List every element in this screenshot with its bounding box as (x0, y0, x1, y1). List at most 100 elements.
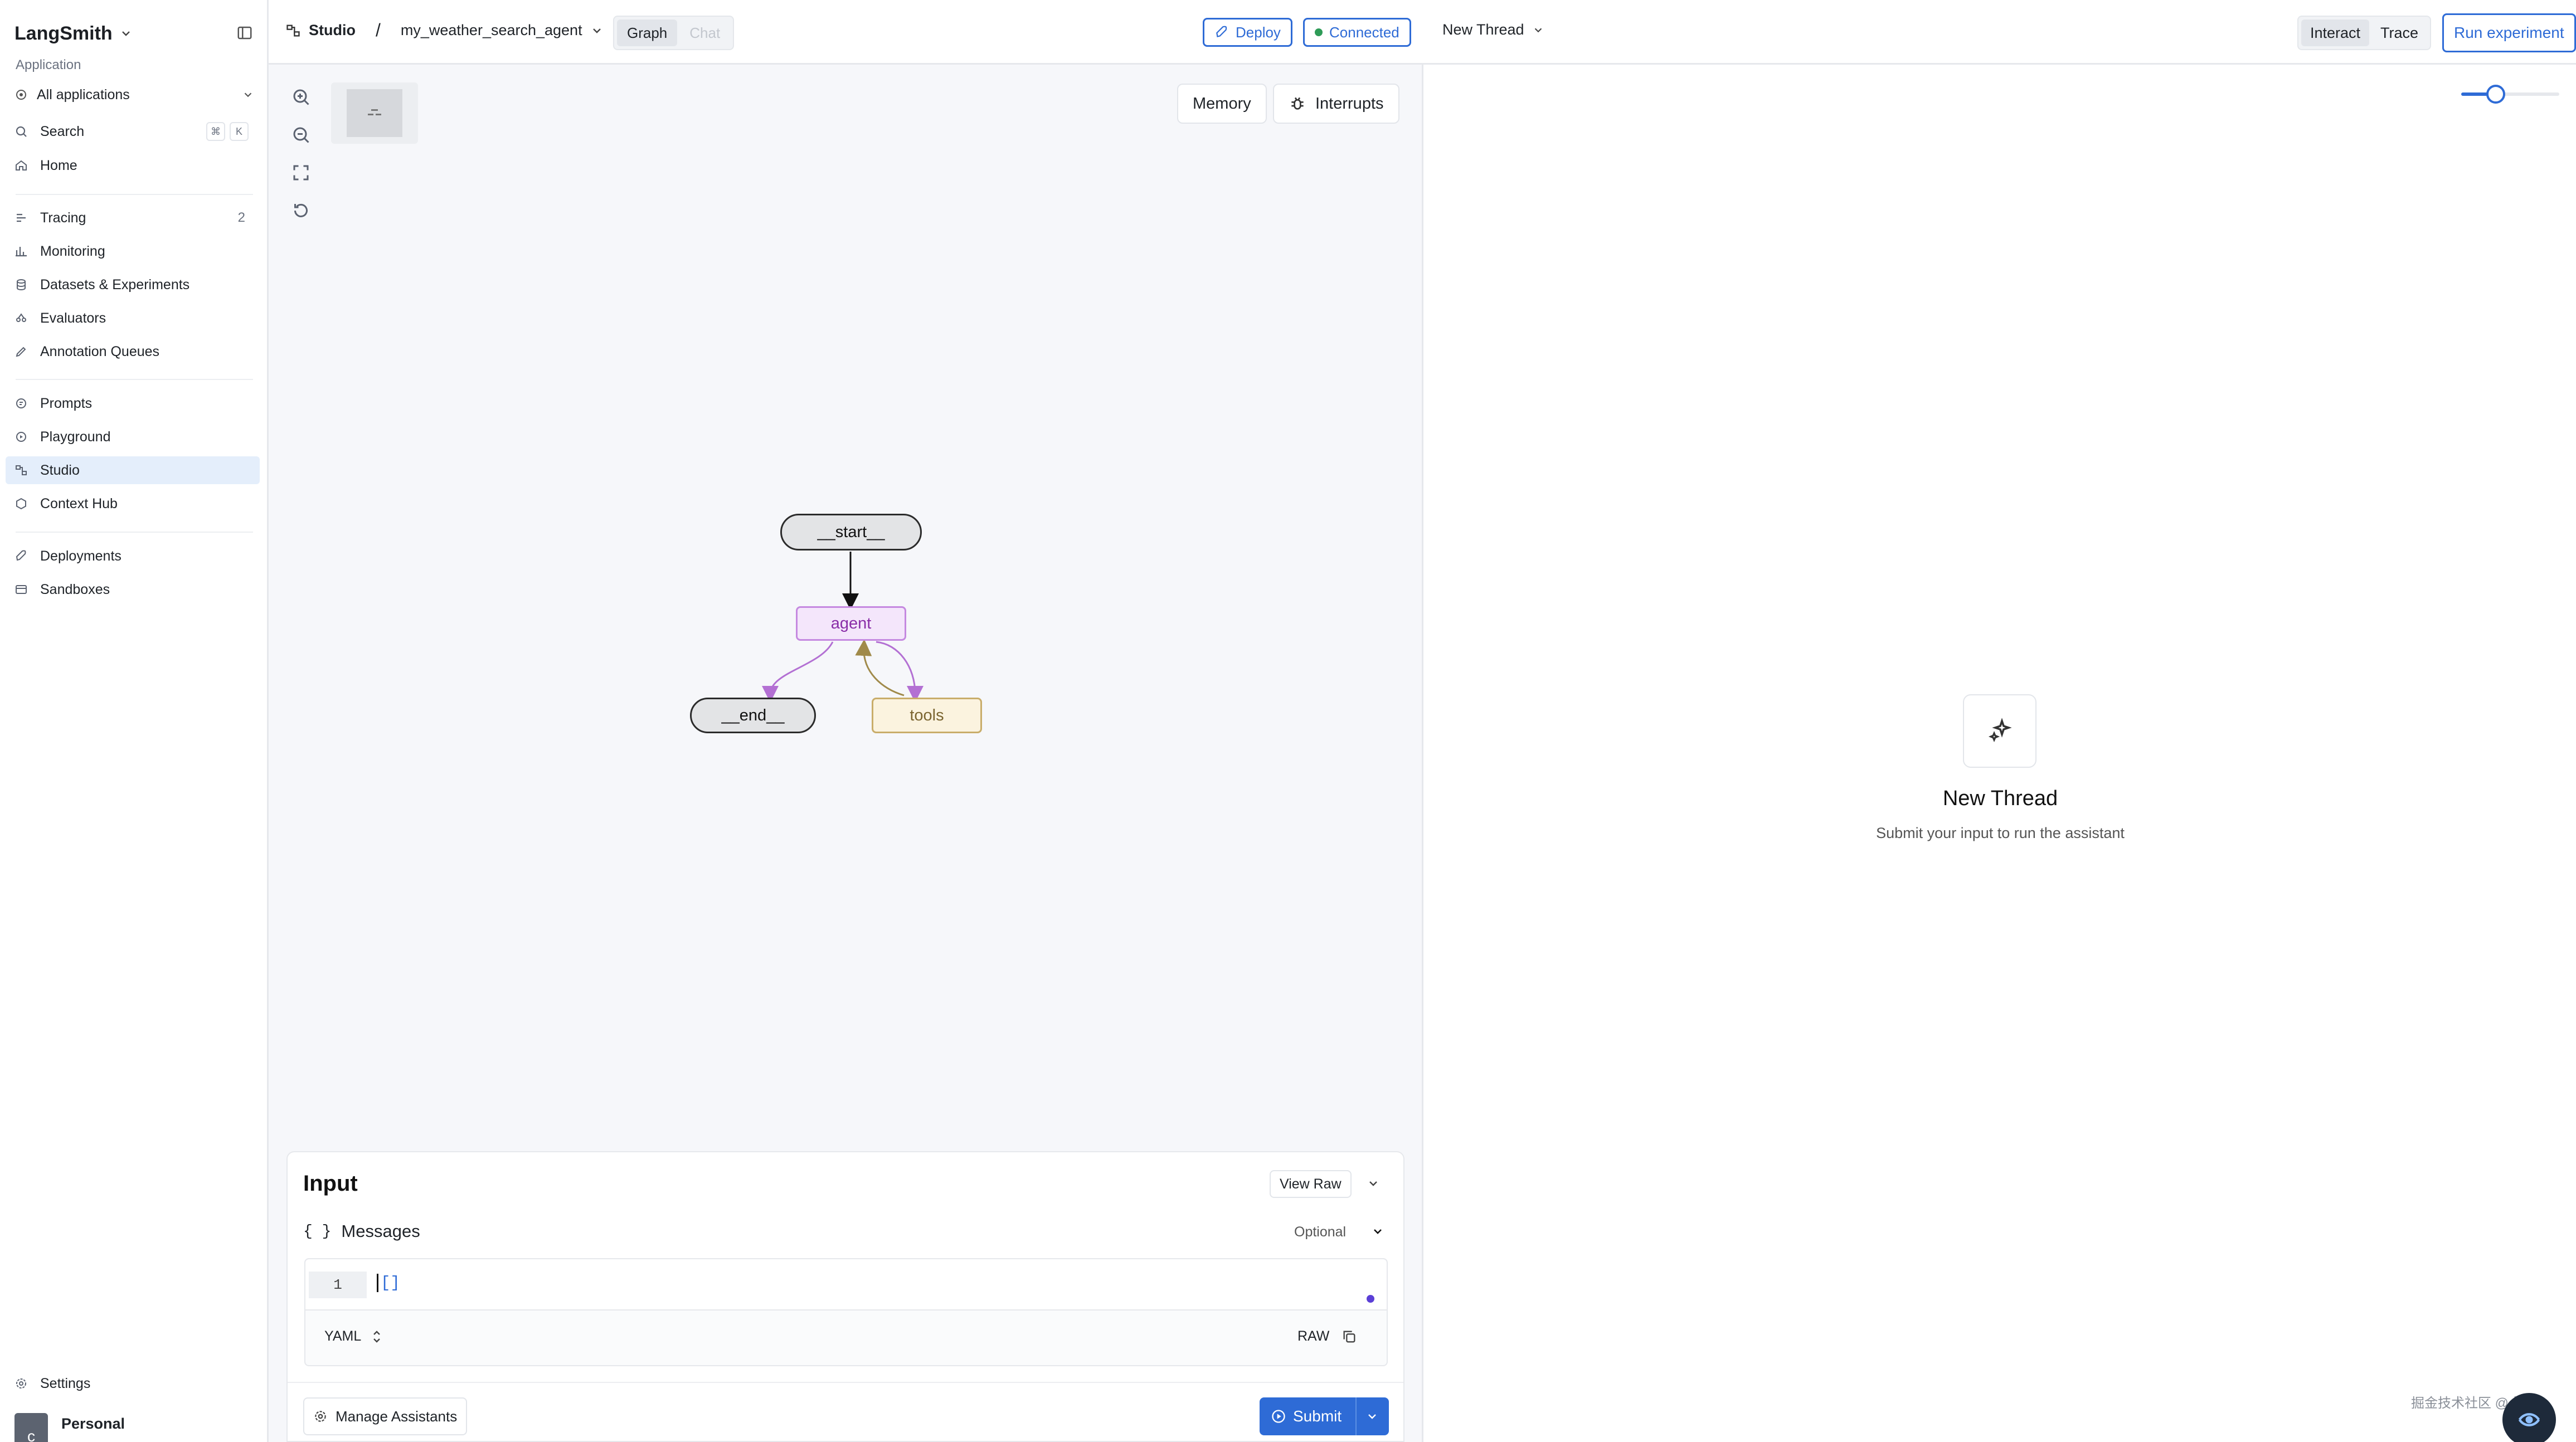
brand-name: LangSmith (14, 22, 113, 44)
tab-graph[interactable]: Graph (617, 20, 678, 46)
messages-field-header: { } Messages (303, 1221, 420, 1241)
search-icon (16, 126, 27, 137)
sidebar-item-label: Home (40, 157, 77, 173)
input-title: Input (303, 1171, 358, 1196)
sidebar-item-label: Prompts (40, 395, 93, 411)
sidebar-item-label: Evaluators (40, 310, 106, 326)
divider (16, 532, 253, 533)
play-circle-icon (1272, 1410, 1285, 1423)
tracing-count-badge: 2 (237, 210, 245, 225)
status-label: Connected (1329, 23, 1399, 41)
raw-label: RAW (1297, 1328, 1330, 1344)
sidebar-item-label: Context Hub (40, 495, 118, 511)
size-slider[interactable] (2461, 85, 2559, 104)
rocket-icon (16, 550, 26, 561)
sidebar-item-search[interactable]: Search ⌘ K (6, 118, 260, 145)
code-content[interactable]: [] (377, 1274, 400, 1292)
apps-icon (16, 90, 26, 100)
status-dot-icon (1315, 28, 1323, 36)
deploy-button[interactable]: Deploy (1203, 18, 1292, 47)
user-name: Personal (61, 1415, 125, 1432)
database-icon (17, 279, 26, 291)
studio-icon (16, 465, 27, 475)
chevron-up-down-icon (373, 1330, 381, 1343)
sidebar-item-label: Deployments (40, 548, 121, 564)
edge-agent-end (762, 641, 834, 703)
braces-icon: { } (303, 1222, 332, 1240)
gear-icon (315, 1411, 326, 1422)
sidebar-item-datasets[interactable]: Datasets & Experiments (6, 271, 260, 299)
format-selector[interactable]: YAML (324, 1328, 382, 1344)
node-end[interactable]: __end__ (690, 698, 816, 733)
optional-toggle[interactable]: Optional (1285, 1218, 1355, 1246)
avatar: c (14, 1413, 48, 1442)
submit-button[interactable]: Submit (1260, 1397, 1389, 1435)
sparkle-icon-tile (1963, 694, 2037, 768)
view-raw-button[interactable]: View Raw (1270, 1170, 1352, 1198)
gear-icon (16, 1378, 26, 1389)
manage-assistants-button[interactable]: Manage Assistants (303, 1397, 468, 1435)
user-menu[interactable]: c Personal (14, 1413, 125, 1442)
sidebar-item-evaluators[interactable]: Evaluators (6, 304, 260, 332)
run-experiment-button[interactable]: Run experiment (2442, 13, 2576, 52)
divider (16, 379, 253, 380)
chevron-down-icon[interactable] (1367, 1177, 1380, 1190)
sidebar-item-sandboxes[interactable]: Sandboxes (6, 576, 260, 603)
app-selector[interactable]: All applications (14, 84, 254, 106)
assistant-fab[interactable] (2502, 1393, 2556, 1442)
mode-toggle: Interact Trace (2297, 16, 2432, 50)
sidebar-item-playground[interactable]: Playground (6, 423, 260, 451)
empty-state-title: New Thread (1942, 787, 2058, 810)
sidebar-item-label: Tracing (40, 210, 86, 226)
chevron-down-icon[interactable] (1365, 1410, 1379, 1423)
node-start[interactable]: __start__ (780, 514, 922, 551)
breadcrumb-studio[interactable]: Studio (309, 22, 356, 39)
sidebar-item-home[interactable]: Home (6, 152, 260, 179)
app-selector-label: All applications (37, 86, 130, 103)
sidebar-item-settings[interactable]: Settings (6, 1370, 260, 1397)
tab-chat[interactable]: Chat (679, 20, 730, 46)
chevron-down-icon[interactable] (1371, 1225, 1384, 1238)
sidebar-item-deployments[interactable]: Deployments (6, 542, 260, 570)
chevron-down-icon[interactable] (590, 24, 604, 37)
messages-editor[interactable]: 1 [] YAML RAW (304, 1258, 1388, 1366)
sidebar-item-tracing[interactable]: Tracing 2 (6, 204, 260, 232)
thread-label: New Thread (1442, 21, 1524, 38)
toggle-sidebar-icon[interactable] (236, 25, 253, 41)
brand-menu[interactable]: LangSmith (14, 20, 133, 47)
monitoring-icon (16, 247, 27, 257)
tab-trace[interactable]: Trace (2371, 20, 2427, 46)
code-line-area (305, 1259, 1387, 1311)
rocket-icon (1216, 26, 1227, 37)
view-toggle: Graph Chat (613, 16, 735, 50)
copy-icon[interactable] (1342, 1329, 1357, 1344)
edge-agent-tools (876, 641, 924, 703)
top-bar: Studio / my_weather_search_agent Graph C… (269, 0, 2576, 65)
sidebar-item-prompts[interactable]: Prompts (6, 389, 260, 417)
node-tools[interactable]: tools (872, 698, 982, 733)
raw-toggle[interactable]: RAW (1297, 1328, 1357, 1344)
chevron-down-icon (244, 92, 252, 98)
format-label: YAML (324, 1328, 362, 1344)
sidebar-item-studio[interactable]: Studio (6, 456, 260, 484)
chevron-down-icon (1534, 27, 1542, 32)
sidebar-item-monitoring[interactable]: Monitoring (6, 237, 260, 265)
view-raw-label: View Raw (1280, 1176, 1342, 1192)
tab-interact[interactable]: Interact (2301, 20, 2370, 46)
sidebar-item-annotation-queues[interactable]: Annotation Queues (6, 338, 260, 366)
slider-thumb[interactable] (2486, 85, 2505, 104)
graph-selector[interactable]: my_weather_search_agent (401, 22, 582, 39)
thread-selector[interactable]: New Thread (1442, 21, 1544, 38)
sidebar-item-label: Search (40, 123, 85, 139)
divider (288, 1382, 1403, 1383)
run-experiment-label: Run experiment (2454, 24, 2564, 41)
input-panel: Input View Raw { } Messages Optional 1 [… (286, 1151, 1404, 1442)
sidebar-item-label: Playground (40, 428, 111, 445)
sidebar-item-context-hub[interactable]: Context Hub (6, 490, 260, 518)
empty-state-subtitle: Submit your input to run the assistant (1876, 825, 2125, 841)
node-agent[interactable]: agent (796, 606, 906, 641)
prompts-icon (16, 398, 26, 408)
sidebar-item-label: Annotation Queues (40, 343, 160, 359)
connection-status[interactable]: Connected (1303, 18, 1411, 47)
optional-label: Optional (1294, 1224, 1347, 1240)
